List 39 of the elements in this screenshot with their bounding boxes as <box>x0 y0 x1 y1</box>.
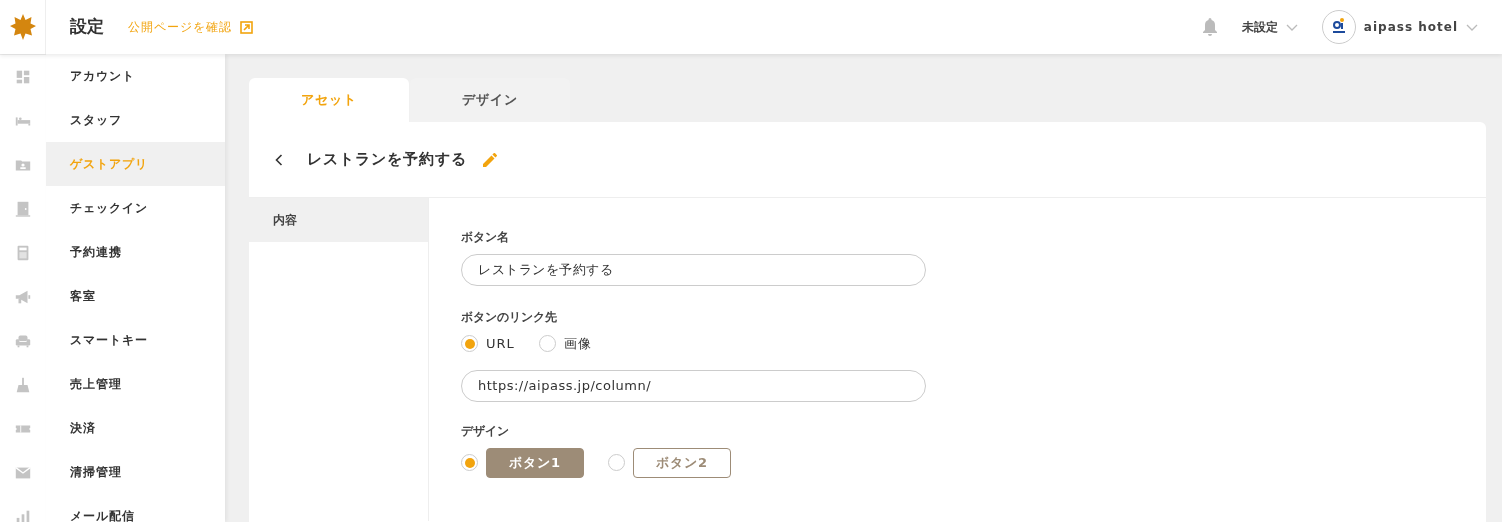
text-field[interactable]: レストランを予約する <box>461 254 926 286</box>
field-label: ボタン名 <box>461 229 510 246</box>
sidebar-item[interactable]: 清掃管理 <box>46 450 225 494</box>
sun-logo-icon <box>8 13 37 41</box>
external-link-icon <box>240 20 253 34</box>
section-nav-item[interactable]: 内容 <box>249 198 428 242</box>
dashboard-icon[interactable] <box>14 68 32 86</box>
radio-button[interactable] <box>608 454 625 471</box>
pencil-icon[interactable] <box>483 152 497 167</box>
radio-label: URL <box>486 335 515 353</box>
sidebar-item[interactable]: スマートキー <box>46 318 225 362</box>
chevron-down-icon <box>1285 23 1298 31</box>
sidebar-item[interactable]: 売上管理 <box>46 362 225 406</box>
sidebar-item[interactable]: アカウント <box>46 54 225 98</box>
back-chevron-icon[interactable] <box>275 153 283 166</box>
sidebar-item[interactable]: 予約連携 <box>46 230 225 274</box>
bar-chart-icon[interactable] <box>14 508 32 522</box>
item-title: レストランを予約する <box>307 149 467 171</box>
megaphone-icon[interactable] <box>14 288 32 306</box>
field-label: ボタンのリンク先 <box>461 309 558 326</box>
sidebar-item[interactable]: 決済 <box>46 406 225 450</box>
chevron-down-icon <box>1466 23 1478 31</box>
door-icon[interactable] <box>14 200 32 218</box>
radio-button[interactable] <box>538 335 556 353</box>
sidebar-item[interactable]: スタッフ <box>46 98 225 142</box>
broom-icon[interactable] <box>14 376 32 394</box>
bell-icon[interactable] <box>1201 18 1218 36</box>
sidebar-item[interactable]: 客室 <box>46 274 225 318</box>
account-dropdown[interactable]: aipass hotel <box>1355 14 1486 40</box>
sidebar-item[interactable]: チェックイン <box>46 186 225 230</box>
text-field[interactable]: https://aipass.jp/column/ <box>461 369 926 402</box>
field-label: デザイン <box>461 422 510 440</box>
sidebar-item[interactable]: メール配信 <box>46 494 225 522</box>
radio-label: 画像 <box>563 335 592 353</box>
facility-dropdown[interactable]: 未設定 <box>1233 14 1306 40</box>
avatar-logo-icon <box>1321 10 1356 44</box>
radio-button[interactable] <box>461 454 478 471</box>
radio-button[interactable] <box>461 335 478 353</box>
page-title: 設定 <box>70 15 104 39</box>
